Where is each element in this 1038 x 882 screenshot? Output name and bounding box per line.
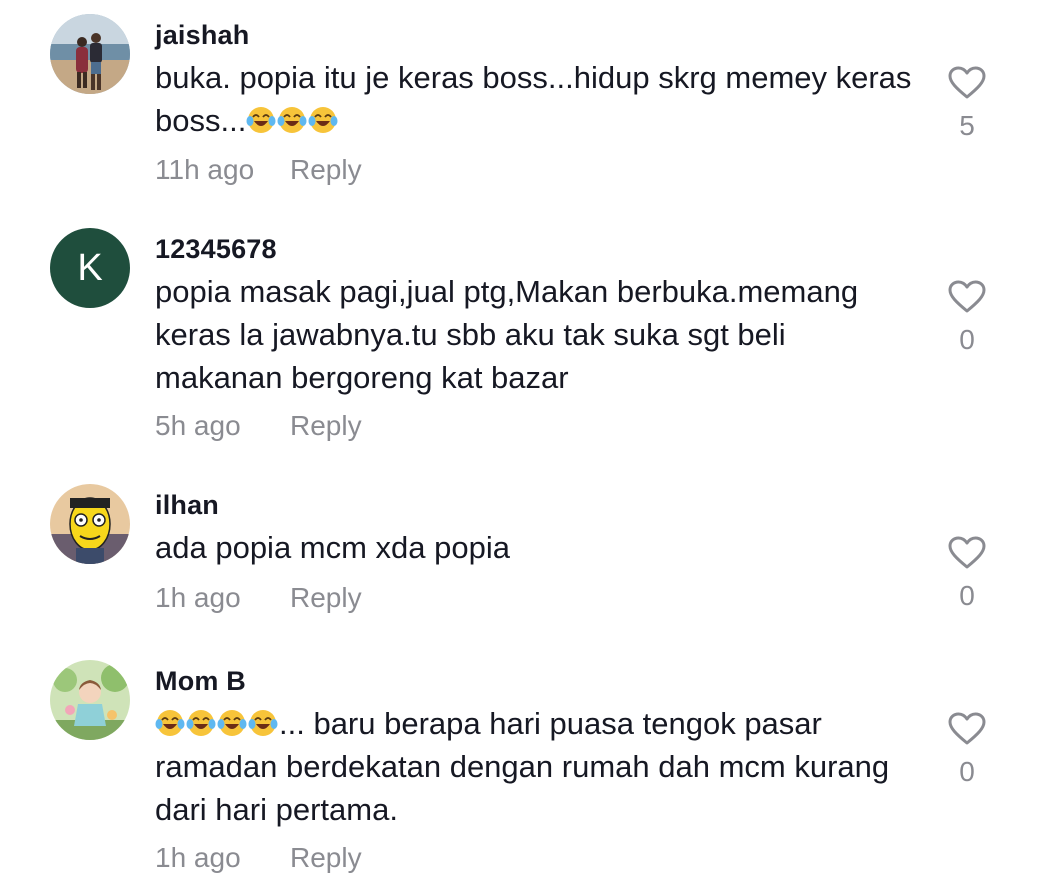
heart-outline-icon [948,66,986,99]
comment-username[interactable]: jaishah [155,20,249,51]
comment-time: 1h ago [155,582,241,613]
avatar[interactable] [50,14,130,94]
avatar-cartoon [50,660,130,740]
face-with-tears-of-joy-icon [246,107,276,133]
like-button[interactable]: 0 [946,280,988,356]
emoji-group [246,103,339,138]
avatar-cartoon [50,484,130,564]
comment-text: ada popia mcm xda popia [155,530,511,565]
comment-meta: 11h ago Reply [155,154,362,186]
avatar-photo [50,14,130,94]
like-count: 0 [959,756,975,787]
reply-button[interactable]: Reply [290,410,362,442]
like-count: 5 [959,110,975,141]
comment-meta: 1h ago Reply [155,842,362,874]
face-with-tears-of-joy-icon [155,710,185,736]
avatar-letter: K [50,228,130,308]
comment-meta: 1h ago Reply [155,582,362,614]
face-with-tears-of-joy-icon [308,107,338,133]
face-with-tears-of-joy-icon [217,710,247,736]
heart-outline-icon [948,280,986,313]
heart-outline-icon [948,712,986,745]
emoji-group [155,706,279,741]
comment-username[interactable]: ilhan [155,490,219,521]
like-count: 0 [959,580,975,611]
heart-outline-icon [948,536,986,569]
like-count: 0 [959,324,975,355]
like-button[interactable]: 5 [946,66,988,142]
reply-button[interactable]: Reply [290,582,362,614]
avatar[interactable]: K [50,228,130,308]
comment-username[interactable]: Mom B [155,666,246,697]
comment-time: 11h ago [155,154,255,185]
like-button[interactable]: 0 [946,712,988,788]
comment-meta: 5h ago Reply [155,410,362,442]
reply-button[interactable]: Reply [290,842,362,874]
comment-text: popia masak pagi,jual ptg,Makan berbuka.… [155,274,859,395]
comment-time: 5h ago [155,410,241,441]
like-button[interactable]: 0 [946,536,988,612]
comment-text: buka. popia itu je keras boss...hidup sk… [155,56,915,142]
comment-text: ... baru berapa hari puasa tengok pasar … [155,702,915,831]
face-with-tears-of-joy-icon [186,710,216,736]
avatar[interactable] [50,660,130,740]
reply-button[interactable]: Reply [290,154,362,186]
avatar[interactable] [50,484,130,564]
comment-time: 1h ago [155,842,241,873]
comment-username[interactable]: 12345678 [155,234,277,265]
face-with-tears-of-joy-icon [248,710,278,736]
face-with-tears-of-joy-icon [277,107,307,133]
